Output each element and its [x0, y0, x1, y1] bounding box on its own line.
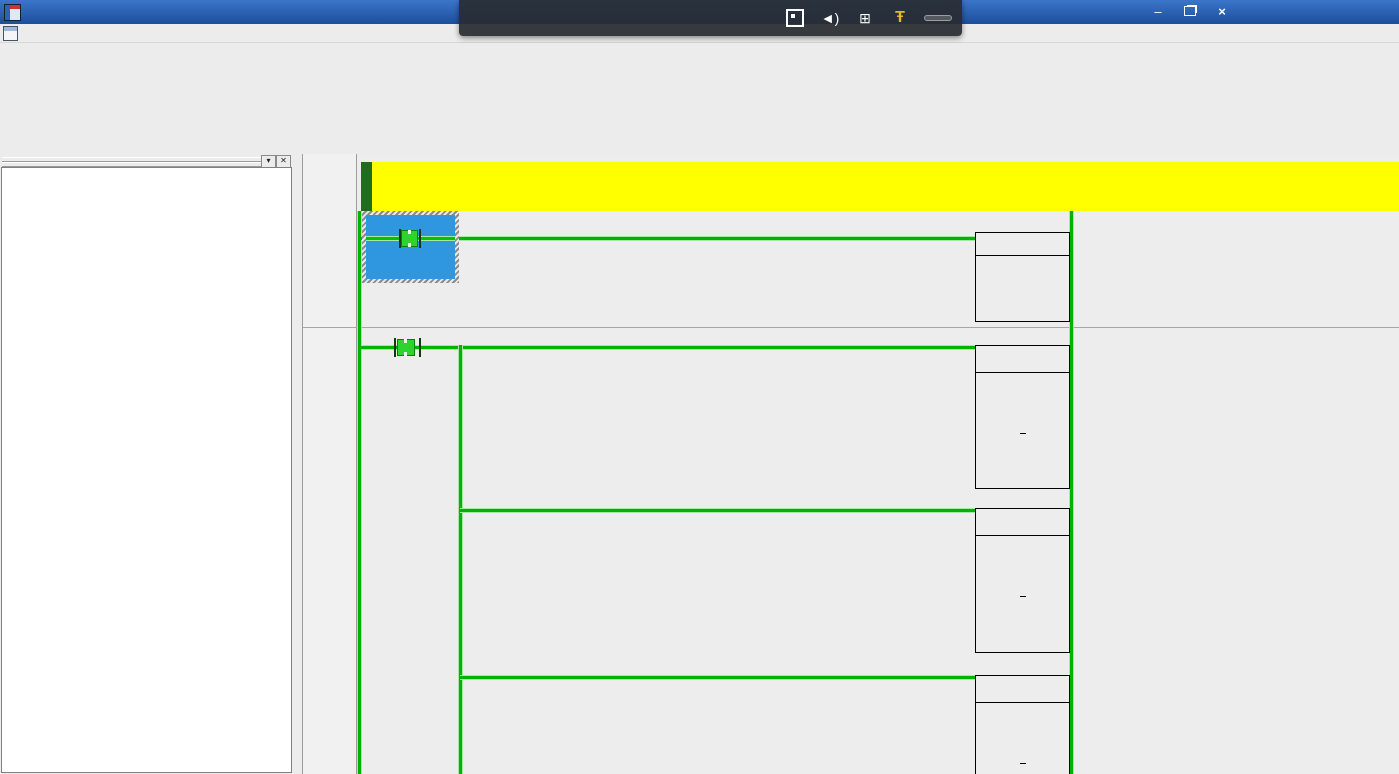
power-line	[361, 345, 1070, 350]
contact-leg	[394, 338, 396, 357]
contact-on-indicator	[401, 230, 418, 247]
banner-left-bar	[361, 162, 372, 211]
branch-line	[460, 675, 977, 680]
remote-control-overlay: ◄) ⊞ Ŧ	[459, 0, 962, 36]
contact-cf101-selected[interactable]	[362, 211, 459, 283]
difu-instruction-box[interactable]	[975, 232, 1070, 322]
destination-operand	[976, 764, 1069, 774]
app-icon	[4, 4, 21, 21]
contact-on-indicator	[397, 339, 415, 356]
volume-icon[interactable]: ◄)	[819, 7, 841, 29]
mov-instruction-box[interactable]	[975, 345, 1070, 489]
destination-operand	[976, 597, 1069, 611]
rung-separator	[302, 327, 1399, 328]
instruction-title	[976, 676, 1069, 703]
restore-icon	[1184, 6, 1196, 16]
window-controls: – ×	[1146, 2, 1234, 20]
pin-icon[interactable]: Ŧ	[889, 7, 911, 29]
cx-programmer-window: – × ◄) ⊞ Ŧ ▾ ✕	[0, 0, 1399, 774]
instruction-title	[976, 346, 1069, 373]
left-power-rail	[357, 211, 362, 774]
mov-instruction-box[interactable]	[975, 675, 1070, 774]
restore-button[interactable]	[1178, 2, 1202, 20]
ladder-editor[interactable]	[302, 154, 1399, 774]
rung-margin	[302, 154, 357, 774]
program-header	[372, 162, 1399, 211]
document-icon	[3, 26, 18, 41]
end-session-button[interactable]	[924, 15, 952, 21]
project-tree	[1, 167, 292, 773]
contact-leg	[419, 229, 421, 248]
close-button[interactable]: ×	[1210, 2, 1234, 20]
contact-cf101	[366, 215, 455, 279]
instruction-title	[976, 233, 1069, 256]
mov-instruction-box[interactable]	[975, 508, 1070, 653]
branch-line	[460, 508, 977, 513]
share-window-icon[interactable]: ⊞	[854, 7, 876, 29]
fullscreen-icon[interactable]	[784, 7, 806, 29]
destination-operand	[976, 434, 1069, 448]
workspace-strip: ▾ ✕	[0, 154, 293, 167]
branch-line-vertical	[458, 345, 463, 774]
instruction-title	[976, 509, 1069, 536]
power-line	[361, 236, 1070, 241]
minimize-button[interactable]: –	[1146, 2, 1170, 20]
panel-splitter[interactable]	[292, 154, 303, 774]
contact-leg	[419, 338, 421, 357]
